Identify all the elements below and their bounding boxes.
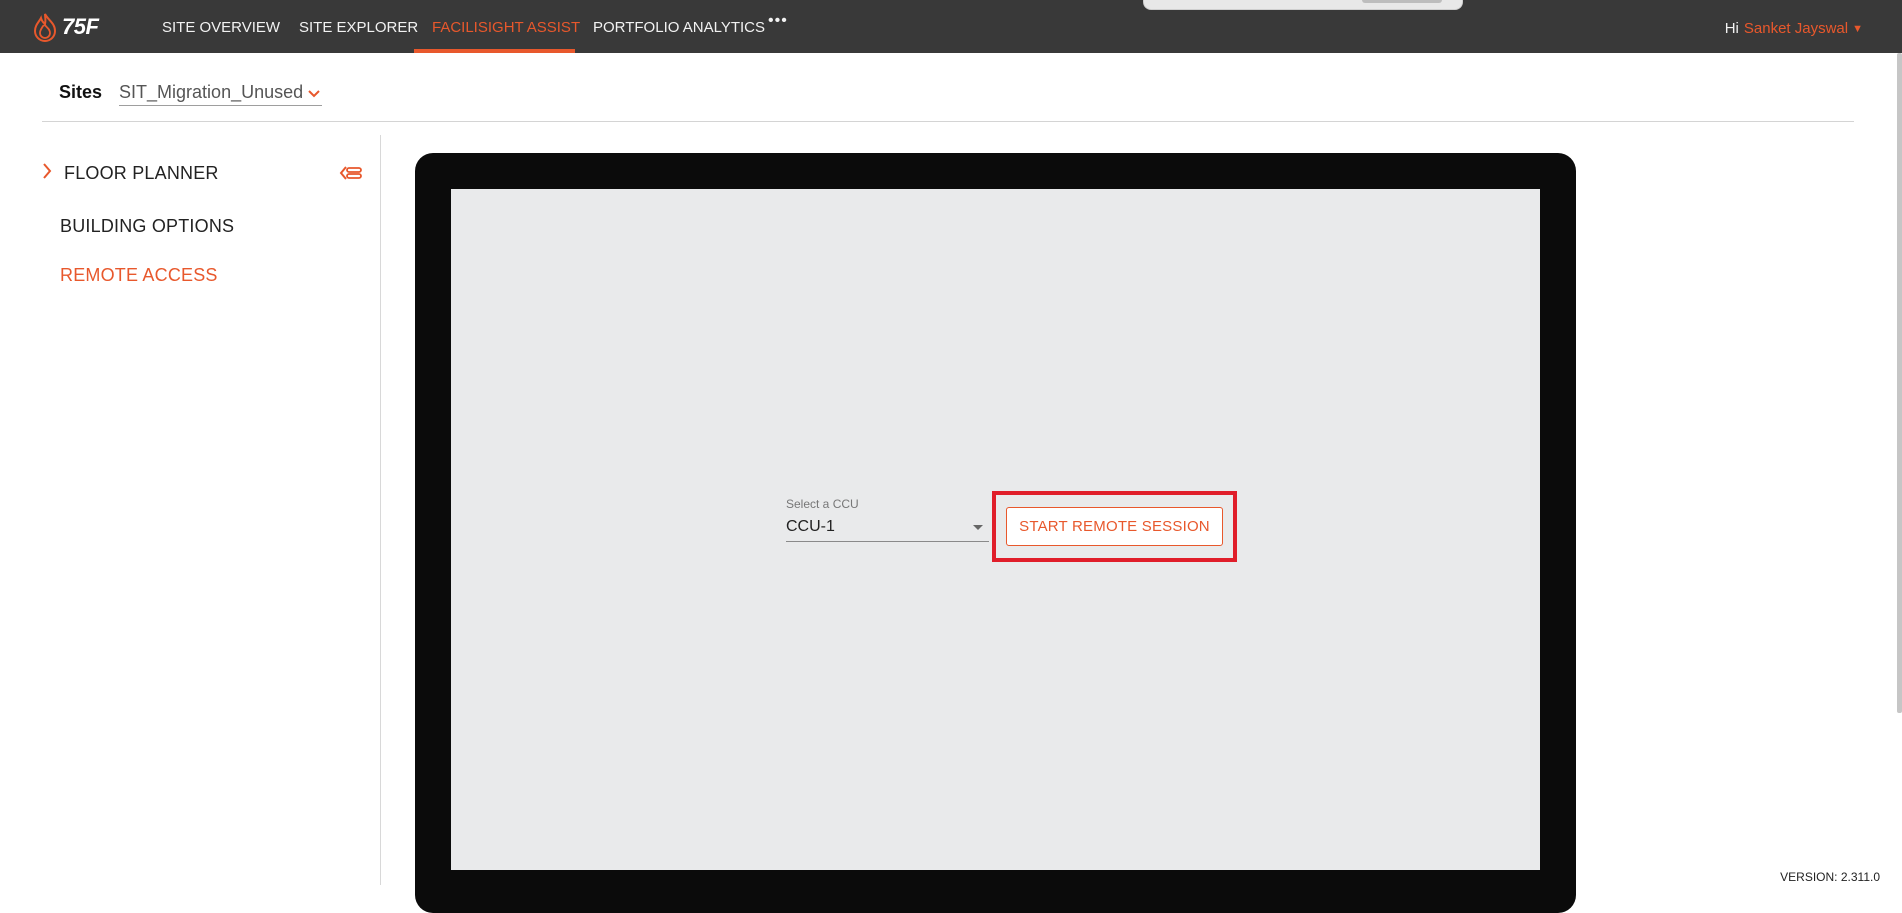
sidebar-item-building-options[interactable]: BUILDING OPTIONS xyxy=(60,216,234,237)
logo-text: 75F xyxy=(62,14,99,39)
ccu-select-label: Select a CCU xyxy=(786,497,859,511)
sites-bar: Sites SIT_Migration_Unused xyxy=(59,82,323,106)
top-popup-edge xyxy=(1143,0,1463,10)
sidebar-item-remote-access[interactable]: REMOTE ACCESS xyxy=(60,265,218,286)
collapse-panel-icon[interactable] xyxy=(339,164,363,187)
nav-site-overview[interactable]: SITE OVERVIEW xyxy=(162,0,280,53)
sites-label: Sites xyxy=(59,82,103,102)
user-name: Sanket Jayswal xyxy=(1743,20,1849,37)
dropdown-arrow-icon xyxy=(973,525,983,530)
start-remote-session-button[interactable]: START REMOTE SESSION xyxy=(1006,507,1223,546)
ccu-select-value: CCU-1 xyxy=(786,518,835,535)
chevron-down-icon: ▼ xyxy=(1852,22,1863,35)
chevron-right-icon[interactable] xyxy=(42,162,52,185)
nav-portfolio-analytics[interactable]: PORTFOLIO ANALYTICS xyxy=(593,0,765,53)
top-nav: 75F SITE OVERVIEW SITE EXPLORER FACILISI… xyxy=(0,0,1902,53)
page-scrollbar[interactable] xyxy=(1897,53,1902,713)
site-select[interactable]: SIT_Migration_Unused xyxy=(119,82,323,106)
sites-divider xyxy=(42,121,1854,122)
chevron-down-icon xyxy=(308,85,320,101)
nav-site-explorer[interactable]: SITE EXPLORER xyxy=(299,0,418,53)
popup-handle xyxy=(1362,0,1442,3)
brand-logo[interactable]: 75F xyxy=(32,12,99,42)
sidebar-item-floor-planner[interactable]: FLOOR PLANNER xyxy=(64,163,219,184)
version-label: VERSION: 2.311.0 xyxy=(1780,870,1880,884)
active-tab-indicator xyxy=(414,49,575,53)
user-menu[interactable]: Hi Sanket Jayswal ▼ xyxy=(1725,20,1863,37)
nav-facilisight-assist[interactable]: FACILISIGHT ASSIST xyxy=(432,0,580,53)
more-menu-icon[interactable]: ••• xyxy=(768,12,788,30)
greeting-prefix: Hi xyxy=(1724,20,1739,37)
sidebar-divider xyxy=(380,135,381,885)
flame-logo-icon xyxy=(33,13,57,42)
site-select-value: SIT_Migration_Unused xyxy=(119,82,304,102)
ccu-select[interactable]: CCU-1 xyxy=(786,515,989,542)
